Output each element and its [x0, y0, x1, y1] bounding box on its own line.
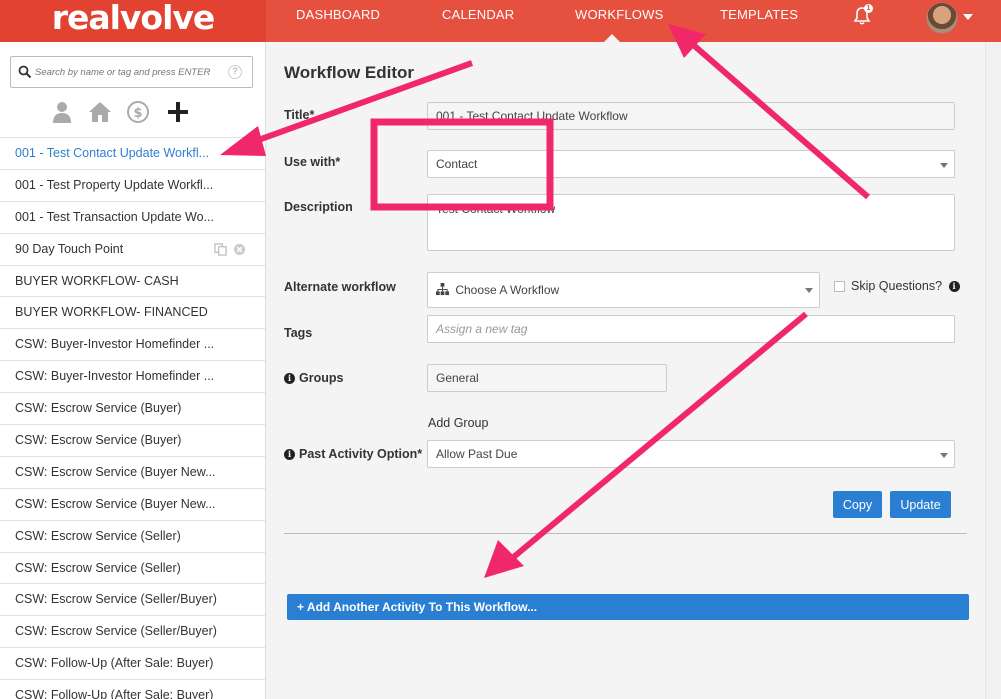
- workflow-list-item[interactable]: CSW: Escrow Service (Buyer): [0, 424, 265, 456]
- groups-field[interactable]: General: [427, 364, 667, 392]
- nav-templates[interactable]: TEMPLATES: [720, 0, 798, 42]
- update-button[interactable]: Update: [890, 491, 951, 518]
- past-activity-select[interactable]: Allow Past Due: [427, 440, 955, 468]
- alternate-workflow-label: Alternate workflow: [284, 280, 396, 294]
- workflow-list-item[interactable]: 001 - Test Transaction Update Wo...: [0, 200, 265, 233]
- tags-input[interactable]: Assign a new tag: [427, 315, 955, 343]
- info-icon[interactable]: i: [284, 373, 295, 384]
- add-group-link[interactable]: Add Group: [428, 416, 488, 430]
- person-icon[interactable]: [50, 100, 74, 124]
- search-input[interactable]: [35, 63, 225, 81]
- sitemap-icon: [436, 283, 449, 296]
- scrollbar[interactable]: [985, 42, 1001, 699]
- svg-text:$: $: [133, 106, 142, 121]
- workflow-list-item[interactable]: CSW: Escrow Service (Buyer): [0, 392, 265, 424]
- info-icon[interactable]: i: [948, 281, 960, 292]
- description-label: Description: [284, 200, 353, 214]
- past-activity-value: Allow Past Due: [436, 447, 518, 461]
- chevron-down-icon: [805, 288, 813, 293]
- workflow-editor: Workflow Editor Title* 001 - Test Contac…: [266, 42, 1001, 699]
- workflow-list-item-label: CSW: Escrow Service (Seller/Buyer): [15, 624, 217, 639]
- notification-count-badge: 1: [864, 4, 873, 13]
- delete-icon[interactable]: [233, 243, 246, 256]
- divider: [284, 533, 967, 534]
- workflow-sidebar: ? $ 001 - Test Contact Update Workfl...0…: [0, 42, 266, 699]
- use-with-value: Contact: [436, 157, 478, 171]
- alternate-workflow-placeholder: Choose A Workflow: [455, 283, 560, 297]
- add-activity-button[interactable]: + Add Another Activity To This Workflow.…: [287, 594, 969, 620]
- workflow-list-item[interactable]: CSW: Escrow Service (Buyer New...: [0, 487, 265, 520]
- user-avatar[interactable]: [926, 2, 958, 34]
- skip-questions-checkbox[interactable]: [834, 281, 845, 292]
- workflow-list-item-label: 001 - Test Transaction Update Wo...: [15, 209, 214, 224]
- copy-icon[interactable]: [214, 242, 227, 256]
- past-activity-label-text: Past Activity Option*: [299, 447, 423, 461]
- page-title: Workflow Editor: [284, 63, 415, 82]
- workflow-list-item[interactable]: BUYER WORKFLOW- CASH: [0, 264, 265, 297]
- alternate-workflow-select[interactable]: Choose A Workflow: [427, 272, 820, 308]
- nav-dashboard[interactable]: DASHBOARD: [296, 0, 380, 42]
- chevron-down-icon: [940, 453, 948, 458]
- workflow-list-item[interactable]: CSW: Escrow Service (Seller/Buyer): [0, 583, 265, 615]
- workflow-list-item[interactable]: CSW: Follow-Up (After Sale: Buyer): [0, 647, 265, 679]
- past-activity-label: i Past Activity Option*: [284, 447, 422, 461]
- workflow-list-item-label: CSW: Escrow Service (Seller/Buyer): [15, 592, 217, 607]
- copy-button[interactable]: Copy: [833, 491, 882, 518]
- title-field[interactable]: 001 - Test Contact Update Workflow: [427, 102, 955, 130]
- use-with-label: Use with*: [284, 155, 341, 169]
- description-field[interactable]: Test Contact Workflow: [427, 194, 955, 251]
- skip-questions-text: Skip Questions?: [851, 279, 943, 293]
- workflow-list-item[interactable]: 001 - Test Property Update Workfl...: [0, 168, 265, 201]
- house-icon[interactable]: [88, 100, 112, 124]
- tags-label: Tags: [284, 326, 313, 340]
- workflow-list-item-label: BUYER WORKFLOW- FINANCED: [15, 305, 208, 320]
- workflow-list-item[interactable]: CSW: Escrow Service (Seller/Buyer): [0, 615, 265, 647]
- plus-icon[interactable]: [166, 100, 190, 124]
- workflow-list-item[interactable]: CSW: Escrow Service (Buyer New...: [0, 455, 265, 488]
- title-label: Title*: [284, 108, 315, 122]
- workflow-list-item-label: CSW: Buyer-Investor Homefinder ...: [15, 337, 215, 352]
- workflow-list-item-label: CSW: Follow-Up (After Sale: Buyer): [15, 688, 214, 699]
- workflow-list-item[interactable]: CSW: Buyer-Investor Homefinder ...: [0, 328, 265, 360]
- chevron-down-icon[interactable]: [963, 14, 973, 20]
- workflow-list-item-label: BUYER WORKFLOW- CASH: [15, 273, 179, 288]
- chevron-down-icon: [940, 163, 948, 168]
- workflow-list-item-label: CSW: Escrow Service (Buyer): [15, 401, 182, 416]
- top-navbar: realvolve DASHBOARD CALENDAR WORKFLOWS T…: [0, 0, 1001, 42]
- dollar-icon[interactable]: $: [126, 100, 150, 124]
- active-nav-indicator: [604, 34, 620, 42]
- workflow-list-item-label: CSW: Escrow Service (Seller): [15, 560, 181, 575]
- workflow-list-item[interactable]: 001 - Test Contact Update Workfl...: [0, 137, 265, 169]
- workflow-list-item[interactable]: BUYER WORKFLOW- FINANCED: [0, 296, 265, 328]
- workflow-list-item-label: 001 - Test Contact Update Workfl...: [15, 146, 210, 160]
- workflow-search: ?: [10, 56, 253, 88]
- help-icon[interactable]: ?: [228, 65, 242, 79]
- workflow-list-item[interactable]: CSW: Buyer-Investor Homefinder ...: [0, 360, 265, 392]
- groups-label: i Groups: [284, 371, 343, 385]
- workflow-list-item[interactable]: 90 Day Touch Point: [0, 232, 265, 265]
- workflow-list-item-label: CSW: Escrow Service (Buyer): [15, 433, 182, 448]
- nav-calendar[interactable]: CALENDAR: [442, 0, 514, 42]
- workflow-list-item-label: CSW: Escrow Service (Buyer New...: [15, 464, 216, 479]
- workflow-list-item-label: CSW: Buyer-Investor Homefinder ...: [15, 369, 215, 384]
- workflow-list: 001 - Test Contact Update Workfl... 001 -…: [0, 137, 265, 699]
- workflow-list-item-label: 001 - Test Property Update Workfl...: [15, 177, 214, 192]
- workflow-list-item[interactable]: CSW: Escrow Service (Seller): [0, 519, 265, 552]
- workflow-list-item[interactable]: CSW: Follow-Up (After Sale: Buyer): [0, 679, 265, 699]
- row-actions: [214, 242, 246, 257]
- workflow-type-filters: $: [50, 100, 210, 126]
- workflow-list-item-label: CSW: Escrow Service (Buyer New...: [15, 496, 216, 511]
- workflow-list-item-label: 90 Day Touch Point: [15, 241, 124, 256]
- realvolve-logo[interactable]: realvolve: [0, 0, 266, 42]
- workflow-list-item[interactable]: CSW: Escrow Service (Seller): [0, 551, 265, 584]
- search-icon: [18, 65, 32, 79]
- workflow-list-item-label: CSW: Escrow Service (Seller): [15, 528, 181, 543]
- groups-label-text: Groups: [299, 371, 344, 385]
- skip-questions-label: Skip Questions? i: [851, 279, 964, 293]
- info-icon[interactable]: i: [284, 449, 295, 460]
- workflow-list-item-label: CSW: Follow-Up (After Sale: Buyer): [15, 656, 214, 671]
- use-with-select[interactable]: Contact: [427, 150, 955, 178]
